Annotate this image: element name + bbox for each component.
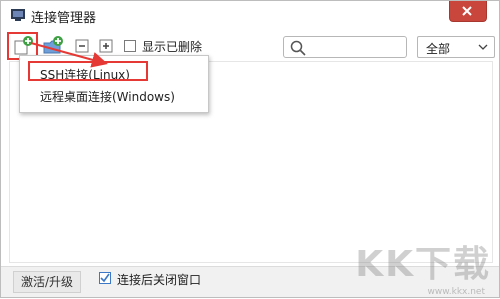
checkmark-icon bbox=[100, 273, 110, 283]
connection-manager-window: 连接管理器 显示已删除 全部 SSH连接(Linux) 远程桌面连接(Windo… bbox=[0, 0, 500, 298]
watermark-url: www.kkx.net bbox=[427, 287, 486, 297]
close-after-connect-label: 连接后关闭窗口 bbox=[117, 273, 202, 287]
close-after-connect-checkbox[interactable] bbox=[99, 272, 111, 284]
watermark: KK下载 bbox=[355, 244, 491, 285]
upgrade-button[interactable]: 激活/升级 bbox=[13, 271, 81, 293]
